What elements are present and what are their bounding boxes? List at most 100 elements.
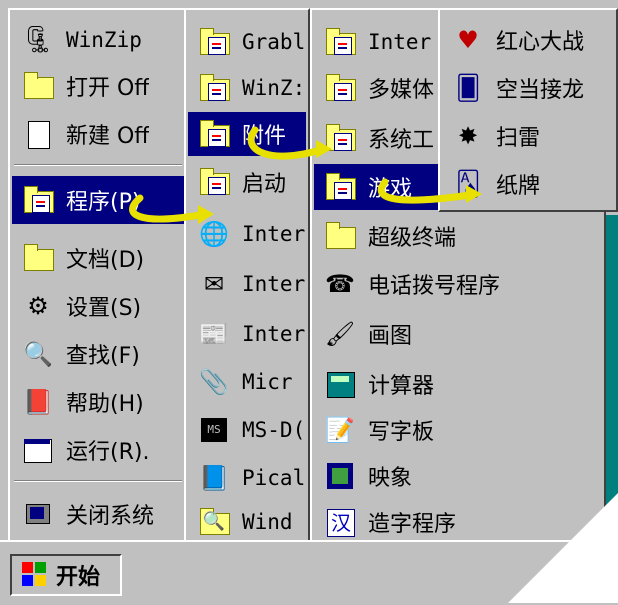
menu-item-label: 空当接龙 xyxy=(496,78,585,103)
menu-item-label: 画图 xyxy=(368,324,413,349)
menu-item-documents[interactable]: 文档(D) xyxy=(12,236,184,280)
menu-item-label: 计算器 xyxy=(368,374,435,399)
hearts-icon: ♥ xyxy=(457,26,479,54)
menu-item-wordpad[interactable]: 📝 写字板 xyxy=(314,408,602,452)
menu-item-internet-news[interactable]: 📰 Inter xyxy=(188,312,306,356)
menu-item-picasa[interactable]: 📘 Pical xyxy=(188,456,306,500)
menu-item-label: 新建 Off xyxy=(66,124,150,149)
menu-item-paint[interactable]: 🖌 画图 xyxy=(314,312,602,356)
folder-icon xyxy=(324,72,356,104)
wordpad-icon: 📝 xyxy=(325,416,355,444)
settings-icon: ⚙ xyxy=(27,292,49,320)
menu-item-run[interactable]: 运行(R). xyxy=(12,428,184,472)
ms-dos-icon: MS xyxy=(198,414,230,446)
run-icon xyxy=(22,434,54,466)
menu-item-startup[interactable]: 启动 xyxy=(188,162,306,202)
menu-item-programs[interactable]: 程序(P) xyxy=(12,176,184,224)
shutdown-icon xyxy=(22,498,54,530)
menu-item-label: 附件 xyxy=(242,124,287,149)
menu-item-settings[interactable]: ⚙ 设置(S) xyxy=(12,284,184,328)
menu-item-label: 造字程序 xyxy=(368,512,457,537)
menu-item-winzip[interactable]: 🗜 WinZip xyxy=(12,20,184,60)
menu-item-label: 打开 Off xyxy=(66,76,150,101)
menu-item-label: 纸牌 xyxy=(496,174,541,199)
menu-item-label: 映象 xyxy=(368,466,413,491)
menu-item-label: 红心大战 xyxy=(496,30,585,55)
menu-item-label: Inter xyxy=(242,322,306,346)
menu-item-label: 启动 xyxy=(242,172,287,197)
internet-explorer-icon: 🌐 xyxy=(199,220,229,248)
menu-item-label: Grabl xyxy=(242,30,306,54)
menu-item-label: 文档(D) xyxy=(66,248,145,273)
games-submenu: ♥ 红心大战 🂠 空当接龙 ✸ 扫雷 🂡 纸牌 xyxy=(438,8,618,212)
menu-item-label: Wind xyxy=(242,510,293,534)
menu-item-label: 扫雷 xyxy=(496,126,541,151)
menu-item-imaging[interactable]: 映象 xyxy=(314,454,602,498)
menu-item-solitaire[interactable]: 🂡 纸牌 xyxy=(442,162,614,206)
menu-item-freecell[interactable]: 🂠 空当接龙 xyxy=(442,66,614,110)
menu-item-open-office[interactable]: 打开 Off xyxy=(12,66,184,106)
menu-item-hyperterminal[interactable]: 超级终端 xyxy=(314,214,602,258)
menu-item-phone-dialer[interactable]: ☎ 电话拨号程序 xyxy=(314,262,602,306)
menu-item-help[interactable]: 📕 帮助(H) xyxy=(12,380,184,424)
solitaire-icon: 🂡 xyxy=(455,170,481,198)
phone-dialer-icon: ☎ xyxy=(325,270,355,298)
winzip-icon: 🗜 xyxy=(21,25,55,55)
menu-item-hearts[interactable]: ♥ 红心大战 xyxy=(442,18,614,62)
menu-item-label: WinZip xyxy=(66,28,142,52)
menu-item-label: 程序(P) xyxy=(66,190,141,215)
exchange-icon: 📎 xyxy=(199,368,229,396)
paint-icon: 🖌 xyxy=(324,320,356,348)
menu-item-label: 写字板 xyxy=(368,420,435,445)
menu-item-label: 多媒体 xyxy=(368,78,435,103)
folder-icon xyxy=(198,72,230,104)
calculator-icon xyxy=(324,368,356,400)
menu-item-label: MS-D( xyxy=(242,418,306,442)
folder-icon xyxy=(324,26,356,58)
menu-separator xyxy=(14,480,182,482)
menu-item-label: Inter xyxy=(368,30,432,54)
menu-item-ms-dos[interactable]: MS MS-D( xyxy=(188,408,306,452)
folder-icon xyxy=(324,171,356,203)
menu-item-label: Pical xyxy=(242,466,306,490)
menu-item-calculator[interactable]: 计算器 xyxy=(314,362,602,406)
minesweeper-icon: ✸ xyxy=(457,122,479,150)
folder-icon xyxy=(324,122,356,154)
menu-item-label: 关闭系统 xyxy=(66,504,155,529)
programs-submenu: Grabl WinZ: 附件 启动 🌐 Inter ✉ Inter 📰 Inte… xyxy=(184,8,310,542)
programs-icon xyxy=(22,184,54,216)
windows-logo-icon xyxy=(20,560,50,590)
folder-icon xyxy=(198,118,230,150)
help-icon: 📕 xyxy=(23,388,53,416)
menu-item-label: Micr xyxy=(242,370,293,394)
menu-item-grabit[interactable]: Grabl xyxy=(188,22,306,62)
menu-item-label: 设置(S) xyxy=(66,296,142,321)
internet-news-icon: 📰 xyxy=(199,320,229,348)
menu-item-label: 运行(R). xyxy=(66,440,150,465)
menu-item-accessories[interactable]: 附件 xyxy=(188,112,306,156)
menu-item-label: Inter xyxy=(242,272,306,296)
menu-item-find[interactable]: 🔍 查找(F) xyxy=(12,332,184,376)
internet-mail-icon: ✉ xyxy=(203,270,225,298)
page-corner xyxy=(508,493,618,603)
menu-item-windows-explorer[interactable]: 🔍 Wind xyxy=(188,502,306,540)
menu-item-internet-explorer[interactable]: 🌐 Inter xyxy=(188,212,306,256)
start-label: 开始 xyxy=(56,565,101,590)
menu-item-exchange[interactable]: 📎 Micr xyxy=(188,360,306,404)
start-button[interactable]: 开始 xyxy=(10,554,122,596)
menu-item-label: 查找(F) xyxy=(66,344,140,369)
menu-item-label: 帮助(H) xyxy=(66,392,144,417)
menu-item-new-office[interactable]: 新建 Off xyxy=(12,114,184,154)
menu-item-label: 游戏 xyxy=(368,177,413,202)
menu-item-label: 系统工 xyxy=(368,128,435,153)
windows-explorer-icon: 🔍 xyxy=(198,506,230,538)
menu-separator xyxy=(14,164,182,166)
menu-item-internet-mail[interactable]: ✉ Inter xyxy=(188,262,306,306)
menu-item-winzip-folder[interactable]: WinZ: xyxy=(188,68,306,108)
menu-item-label: 电话拨号程序 xyxy=(368,274,501,299)
menu-item-shutdown[interactable]: 关闭系统 xyxy=(12,492,184,536)
menu-item-games[interactable]: 游戏 xyxy=(314,164,444,210)
menu-item-minesweeper[interactable]: ✸ 扫雷 xyxy=(442,114,614,158)
documents-icon xyxy=(22,242,54,274)
folder-plain-icon xyxy=(324,220,356,252)
